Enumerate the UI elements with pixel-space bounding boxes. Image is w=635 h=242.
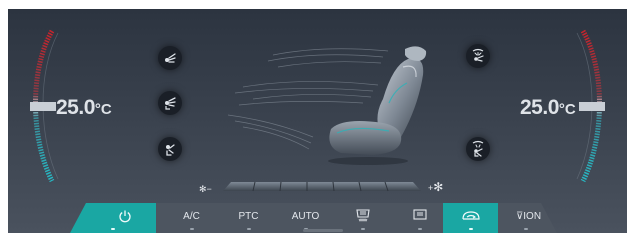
fan-decrease-symbol: − xyxy=(206,184,212,194)
bottom-handle[interactable] xyxy=(303,229,343,232)
fan-speed-slider[interactable] xyxy=(223,179,421,194)
airflow-windshield-icon xyxy=(472,48,484,62)
recirculation-button[interactable] xyxy=(443,203,498,233)
airflow-body-icon xyxy=(165,97,176,110)
ptc-indicator xyxy=(246,228,251,230)
left-body-vent-button[interactable] xyxy=(158,91,182,115)
recirculation-icon xyxy=(462,211,480,220)
left-gauge-slider[interactable] xyxy=(30,102,56,111)
airflow-feet-icon xyxy=(166,144,175,156)
rear-defrost-icon xyxy=(356,209,370,222)
seat-illustration xyxy=(227,46,427,165)
left-temperature-readout: 25.0°C xyxy=(56,96,112,120)
airflow-windshield-feet-icon xyxy=(472,140,484,157)
power-icon xyxy=(119,210,131,223)
ac-label: A/C xyxy=(183,211,200,222)
left-face-vent-button[interactable] xyxy=(158,46,182,70)
left-feet-vent-button[interactable] xyxy=(158,137,182,161)
climate-control-panel: 25.0°C 25.0°C ✻− +✻ A/C PTC AUTO ⊽ION xyxy=(8,9,627,233)
front-defrost-button[interactable] xyxy=(391,203,448,233)
front-defrost-indicator xyxy=(417,228,422,230)
fan-decrease-control[interactable]: ✻− xyxy=(199,184,212,195)
right-temp-unit: °C xyxy=(558,101,576,118)
ac-button[interactable]: A/C xyxy=(163,203,220,233)
ion-indicator xyxy=(523,228,528,230)
right-windshield-vent-button[interactable] xyxy=(466,44,490,68)
fan-increase-control[interactable]: +✻ xyxy=(428,180,443,194)
ptc-button[interactable]: PTC xyxy=(220,203,277,233)
right-temp-value: 25.0 xyxy=(520,96,559,119)
front-defrost-icon xyxy=(413,209,427,220)
ion-label-wrap: ⊽ION xyxy=(498,211,553,222)
auto-label: AUTO xyxy=(291,211,320,222)
right-temperature-readout: 25.0°C xyxy=(520,96,576,120)
fan-large-icon: ✻ xyxy=(433,180,444,194)
airflow-face-icon xyxy=(165,53,176,63)
left-temp-value: 25.0 xyxy=(56,96,95,119)
ptc-label: PTC xyxy=(238,211,259,222)
left-temp-unit: °C xyxy=(94,101,112,118)
ac-indicator xyxy=(189,228,194,230)
power-button[interactable] xyxy=(70,203,156,233)
recirculation-indicator xyxy=(468,228,473,230)
fan-small-icon: ✻ xyxy=(199,184,207,194)
ion-button[interactable]: ⊽ION xyxy=(498,203,553,233)
right-gauge-slider[interactable] xyxy=(579,102,605,111)
rear-defrost-indicator xyxy=(360,228,365,230)
right-windshield-feet-vent-button[interactable] xyxy=(466,137,490,161)
ion-label: ION xyxy=(523,211,542,222)
power-indicator xyxy=(111,228,115,230)
